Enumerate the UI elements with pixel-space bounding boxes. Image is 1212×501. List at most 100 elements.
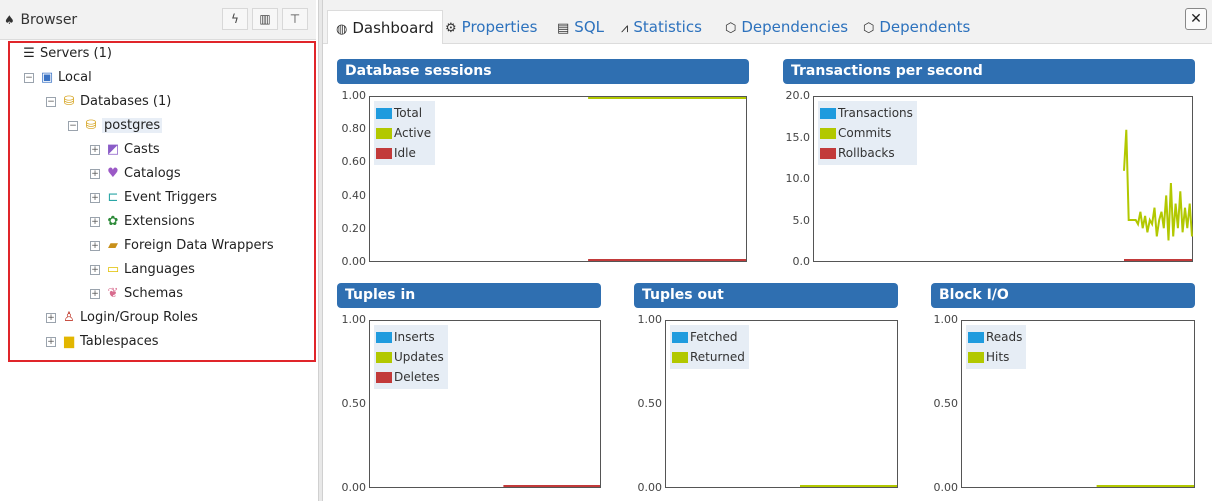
extensions-icon: ✿ [107, 214, 119, 229]
dependencies-icon: ⬡ [725, 21, 737, 36]
legend-item-fetched[interactable]: Fetched [672, 327, 745, 347]
y-tick-label: 0.00 [341, 255, 367, 268]
legend-item-hits[interactable]: Hits [968, 347, 1022, 367]
tree-item-casts[interactable]: + ◩ Casts [90, 139, 160, 161]
legend-label: Returned [690, 350, 745, 364]
y-tick-label: 15.0 [785, 130, 811, 144]
legend-item-reads[interactable]: Reads [968, 327, 1022, 347]
y-tick-label: 0.20 [341, 221, 367, 235]
legend-label: Total [394, 106, 423, 120]
tab-statistics[interactable]: ⩘ Statistics [621, 18, 702, 36]
legend-swatch [376, 352, 392, 363]
y-tick-label: 20.0 [785, 89, 811, 102]
y-tick-label: 0.80 [341, 122, 367, 136]
chart-2-legend: Inserts Updates Deletes [374, 325, 448, 389]
lightning-icon[interactable]: ϟ [222, 8, 248, 30]
object-tree: ☰ Servers (1) − ▣ Local − ⛁ Databases (1) − ⛁ p… [8, 41, 316, 362]
legend-item-transactions[interactable]: Transactions [820, 103, 913, 123]
expand-icon[interactable]: + [46, 337, 56, 347]
tree-item-postgres[interactable]: − ⛁ postgres [68, 115, 163, 137]
tree-item-tablespaces[interactable]: + ▆ Tablespaces [46, 331, 159, 353]
legend-item-rollbacks[interactable]: Rollbacks [820, 143, 913, 163]
browser-icon: ♠ [4, 13, 15, 27]
tab-dashboard[interactable]: ◍ Dashboard [327, 10, 443, 44]
y-tick-label: 0.00 [933, 481, 959, 494]
legend-item-updates[interactable]: Updates [376, 347, 444, 367]
databases-icon: ⛁ [63, 94, 75, 109]
chart-title-block-i-o: Block I/O [931, 283, 1195, 308]
legend-swatch [672, 352, 688, 363]
legend-item-active[interactable]: Active [376, 123, 431, 143]
y-tick-label: 10.0 [785, 172, 811, 185]
y-tick-label: 0.40 [341, 188, 367, 202]
tree-item-catalogs[interactable]: + ♥ Catalogs [90, 163, 181, 185]
y-tick-label: 1.00 [637, 313, 663, 326]
tab-properties[interactable]: ⚙ Properties [445, 18, 537, 36]
dashboard-panel: Database sessions 1.00 0.80 0.60 0.40 0.20 0.0… [323, 45, 1212, 501]
legend-label: Fetched [690, 330, 738, 344]
legend-item-total[interactable]: Total [376, 103, 431, 123]
schemas-icon: ❦ [107, 286, 119, 301]
legend-label: Commits [838, 126, 892, 140]
statistics-icon: ⩘ [621, 21, 629, 36]
tab-sql[interactable]: ▤ SQL [557, 18, 604, 36]
legend-item-deletes[interactable]: Deletes [376, 367, 444, 387]
legend-item-idle[interactable]: Idle [376, 143, 431, 163]
expand-icon[interactable]: + [90, 193, 100, 203]
expand-icon[interactable]: + [90, 169, 100, 179]
series-line-commits [1123, 129, 1193, 241]
y-tick-label: 0.00 [341, 481, 367, 494]
tree-item-databases[interactable]: − ⛁ Databases (1) [46, 91, 171, 113]
legend-label: Transactions [838, 106, 913, 120]
legend-label: Hits [986, 350, 1010, 364]
expand-icon[interactable]: + [46, 313, 56, 323]
legend-swatch [820, 148, 836, 159]
roles-icon: ♙ [63, 310, 75, 325]
properties-icon: ⚙ [445, 21, 457, 36]
tree-item-extensions[interactable]: + ✿ Extensions [90, 211, 195, 233]
y-tick-label: 0.60 [341, 155, 367, 169]
legend-swatch [376, 148, 392, 159]
browser-title: ♠ Browser [4, 12, 77, 28]
expand-icon[interactable]: + [90, 265, 100, 275]
legend-swatch [968, 352, 984, 363]
filter-icon[interactable]: ⊤ [282, 8, 308, 30]
chart-title-database-sessions: Database sessions [337, 59, 749, 84]
catalogs-icon: ♥ [107, 166, 119, 181]
servers-icon: ☰ [23, 46, 35, 61]
tab-bar: ◍ Dashboard ⚙ Properties ▤ SQL ⩘ Statistics … [323, 0, 1212, 44]
legend-item-returned[interactable]: Returned [672, 347, 745, 367]
languages-icon: ▭ [106, 262, 120, 277]
close-button[interactable]: ✕ [1185, 8, 1207, 30]
tree-item-login-group-roles[interactable]: + ♙ Login/Group Roles [46, 307, 198, 329]
legend-label: Rollbacks [838, 146, 895, 160]
collapse-icon[interactable]: − [46, 97, 56, 107]
tree-item-foreign-data-wrappers[interactable]: + ▰ Foreign Data Wrappers [90, 235, 274, 257]
legend-swatch [820, 108, 836, 119]
expand-icon[interactable]: + [90, 241, 100, 251]
y-tick-label: 1.00 [341, 313, 367, 326]
y-tick-label: 0.50 [341, 397, 367, 410]
legend-swatch [376, 128, 392, 139]
tab-dependents[interactable]: ⬡ Dependents [863, 18, 970, 36]
legend-item-commits[interactable]: Commits [820, 123, 913, 143]
sql-icon: ▤ [557, 21, 570, 36]
legend-label: Idle [394, 146, 416, 160]
tab-dependencies[interactable]: ⬡ Dependencies [725, 18, 848, 36]
tree-item-languages[interactable]: + ▭ Languages [90, 259, 195, 281]
tree-item-servers[interactable]: ☰ Servers (1) [20, 43, 112, 65]
collapse-icon[interactable]: − [68, 121, 78, 131]
collapse-icon[interactable]: − [24, 73, 34, 83]
legend-item-inserts[interactable]: Inserts [376, 327, 444, 347]
legend-swatch [672, 332, 688, 343]
expand-icon[interactable]: + [90, 289, 100, 299]
chart-title-tuples-in: Tuples in [337, 283, 601, 308]
grid-icon[interactable]: ▥ [252, 8, 278, 30]
legend-label: Active [394, 126, 432, 140]
tree-item-event-triggers[interactable]: + ⊏ Event Triggers [90, 187, 217, 209]
y-tick-label: 0.50 [637, 397, 663, 410]
tree-item-local[interactable]: − ▣ Local [24, 67, 92, 89]
tree-item-schemas[interactable]: + ❦ Schemas [90, 283, 183, 305]
expand-icon[interactable]: + [90, 145, 100, 155]
expand-icon[interactable]: + [90, 217, 100, 227]
